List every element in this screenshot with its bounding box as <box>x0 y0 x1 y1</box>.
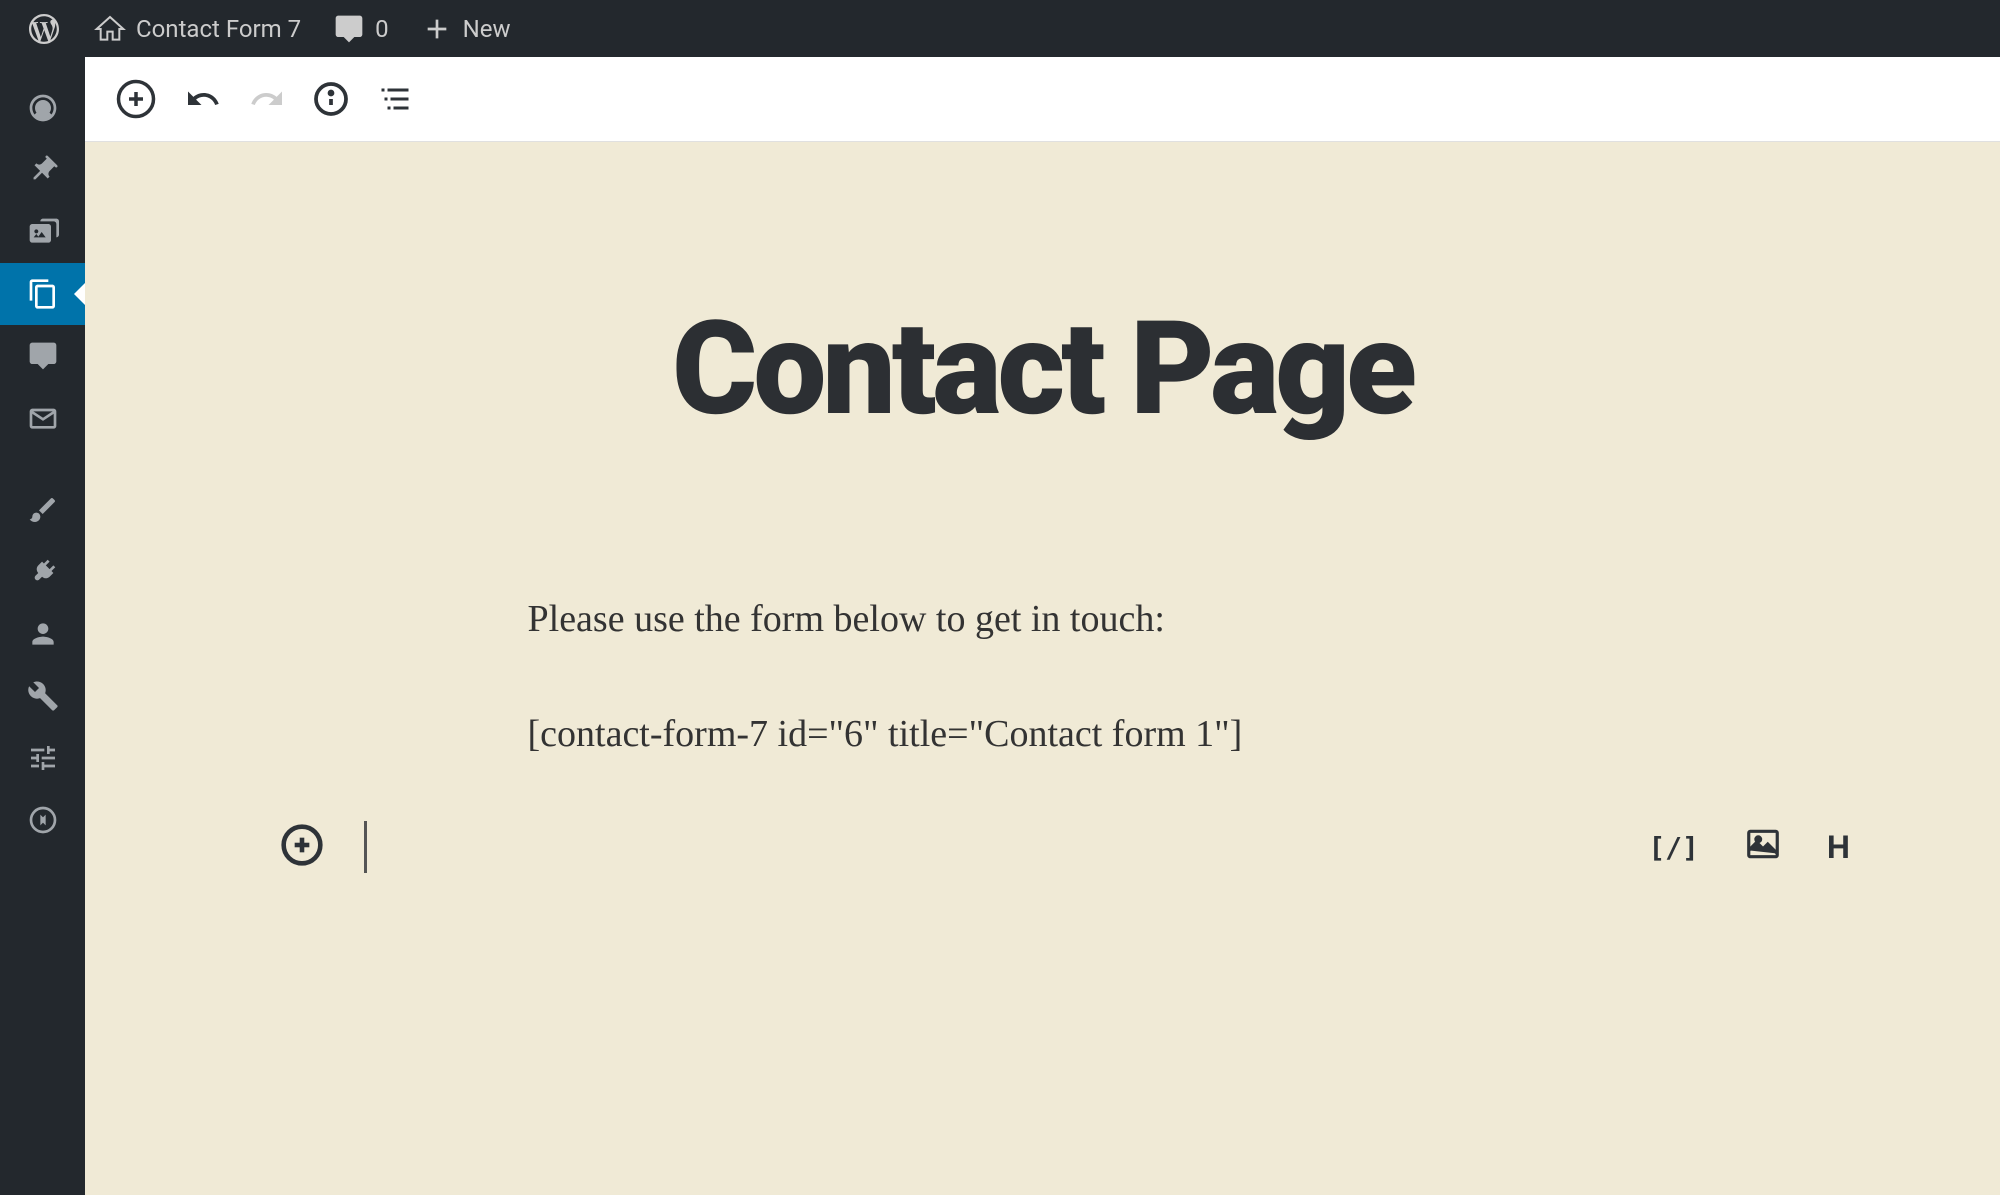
outline-button[interactable] <box>377 81 413 117</box>
plus-circle-icon <box>280 823 324 867</box>
inserter-right: [/] H <box>1648 825 1850 870</box>
sidebar-settings[interactable] <box>0 727 85 789</box>
sidebar-users[interactable] <box>0 603 85 665</box>
block-inserter-row: [/] H <box>85 821 2000 873</box>
pages-icon <box>27 278 59 310</box>
paragraph-block[interactable]: Please use the form below to get in touc… <box>528 593 1558 646</box>
wordpress-logo[interactable] <box>14 0 74 57</box>
admin-bar-new[interactable]: New <box>409 0 523 57</box>
shortcode-block-button[interactable]: [/] <box>1648 831 1699 864</box>
undo-icon <box>185 81 221 117</box>
sidebar-collapse[interactable] <box>0 789 85 851</box>
redo-button <box>249 81 285 117</box>
sidebar-plugins[interactable] <box>0 541 85 603</box>
site-name-label: Contact Form 7 <box>136 15 301 43</box>
home-icon <box>94 13 126 45</box>
sidebar-comments[interactable] <box>0 325 85 387</box>
collapse-icon <box>27 804 59 836</box>
sliders-icon <box>27 742 59 774</box>
comments-count: 0 <box>375 15 389 43</box>
editor-toolbar <box>85 57 2000 142</box>
sidebar-posts[interactable] <box>0 139 85 201</box>
image-icon <box>1744 825 1782 863</box>
pin-icon <box>27 154 59 186</box>
new-label: New <box>463 15 511 43</box>
heading-block-button[interactable]: H <box>1827 829 1850 866</box>
admin-bar-site[interactable]: Contact Form 7 <box>82 0 313 57</box>
media-icon <box>27 216 59 248</box>
wrench-icon <box>27 680 59 712</box>
admin-bar-comments[interactable]: 0 <box>321 0 401 57</box>
undo-button[interactable] <box>185 81 221 117</box>
sidebar-media[interactable] <box>0 201 85 263</box>
mail-icon <box>27 402 59 434</box>
image-block-button[interactable] <box>1744 825 1782 870</box>
brush-icon <box>27 494 59 526</box>
page-title[interactable]: Contact Page <box>672 292 1413 445</box>
block-inserter-button[interactable] <box>115 78 157 120</box>
editor-content: Contact Page Please use the form below t… <box>85 142 2000 1195</box>
add-block-button[interactable] <box>280 823 324 871</box>
plug-icon <box>27 556 59 588</box>
sidebar-appearance[interactable] <box>0 479 85 541</box>
text-cursor[interactable] <box>364 821 367 873</box>
plus-icon <box>421 13 453 45</box>
plus-circle-icon <box>115 78 157 120</box>
info-button[interactable] <box>313 81 349 117</box>
sidebar-tools[interactable] <box>0 665 85 727</box>
inserter-left <box>280 821 367 873</box>
wordpress-icon <box>26 11 62 47</box>
dashboard-icon <box>27 92 59 124</box>
comment-icon <box>333 13 365 45</box>
speech-icon <box>27 340 59 372</box>
sidebar-pages[interactable] <box>0 263 85 325</box>
sidebar <box>0 57 85 1195</box>
sidebar-dashboard[interactable] <box>0 77 85 139</box>
shortcode-block[interactable]: [contact-form-7 id="6" title="Contact fo… <box>528 708 1558 761</box>
sidebar-contact[interactable] <box>0 387 85 449</box>
content-body: Please use the form below to get in touc… <box>528 593 1558 761</box>
user-icon <box>27 618 59 650</box>
admin-bar: Contact Form 7 0 New <box>0 0 2000 57</box>
list-icon <box>377 81 413 117</box>
redo-icon <box>249 81 285 117</box>
info-icon <box>313 81 349 117</box>
main-content: Contact Page Please use the form below t… <box>85 57 2000 1195</box>
